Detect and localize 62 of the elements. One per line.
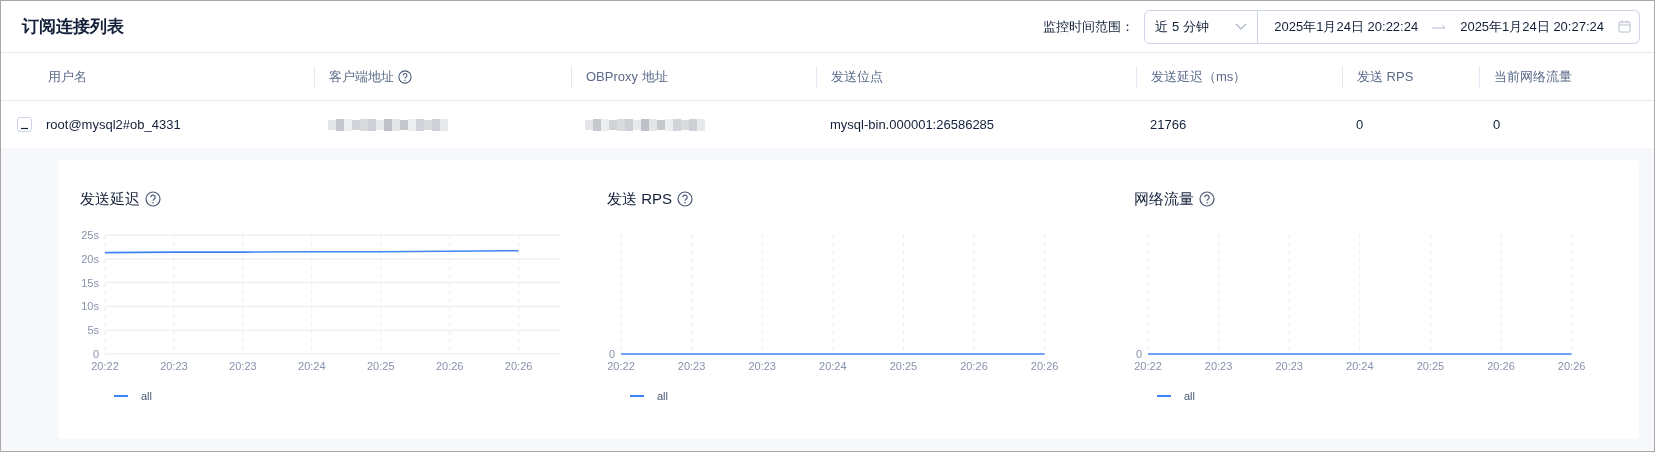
column-header: 发送位点 [831,67,883,86]
legend-line-icon [1156,395,1172,397]
axis-label: 20:26 [504,360,533,372]
axis-label: 20:24 [819,360,847,372]
axis-label: 20:23 [748,360,776,372]
legend-line-icon [113,395,129,397]
column-header: 当前网络流量 [1494,67,1572,86]
column-header: 发送延迟（ms） [1151,67,1247,86]
table-cell-text: 0 [1493,115,1501,134]
axis-label: 20:24 [298,360,326,372]
time-range-label: 监控时间范围： [1043,17,1135,36]
chart-title: 发送延迟 [80,188,140,209]
chart-title: 网络流量 [1134,188,1194,209]
axis-label: 20:24 [1346,360,1374,372]
chevron-down-icon [1235,22,1248,31]
axis-label: 20:26 [1030,360,1059,372]
axis-label: 20:26 [960,360,988,372]
axis-label: 0 [1135,348,1142,360]
axis-label: 20:23 [160,360,188,372]
axis-label: 20:25 [1416,360,1445,372]
axis-label: 15s [81,276,99,289]
legend-label[interactable]: all [141,390,152,402]
table-cell-text: 0 [1356,115,1364,134]
table-cell-text: mysql-bin.000001:26586285 [830,115,995,134]
axis-label: 20:23 [229,360,257,372]
legend-line-icon [629,395,645,397]
help-icon[interactable] [398,69,412,84]
axis-label: 20:25 [889,360,918,372]
axis-label: 20:26 [1557,360,1586,372]
axis-label: 0 [608,348,615,360]
arrow-right-icon [1432,23,1447,30]
axis-label: 0 [92,348,99,360]
axis-label: 20:22 [91,360,119,372]
axis-label: 20:23 [677,360,706,372]
column-header: 用户名 [48,67,87,86]
chart-title: 发送 RPS [607,188,672,209]
help-icon[interactable] [1199,191,1215,207]
legend-label[interactable]: all [657,390,668,402]
axis-label: 20s [81,252,99,265]
axis-label: 25s [81,229,99,241]
table-cell-text: 21766 [1150,115,1187,134]
axis-label: 20:23 [1204,360,1233,372]
calendar-icon [1618,20,1631,33]
axis-label: 5s [87,324,99,337]
axis-label: 20:26 [435,360,464,372]
date-range-field[interactable]: 2025年1月24日 20:22:24 2025年1月24日 20:27:24 [1258,9,1640,44]
legend-label[interactable]: all [1184,390,1195,402]
axis-label: 20:26 [1487,360,1515,372]
axis-label: 20:23 [1275,360,1303,372]
column-header: 客户端地址 [329,67,394,86]
time-preset-select[interactable]: 近 5 分钟 [1144,9,1259,44]
axis-label: 20:22 [1134,360,1162,372]
axis-label: 10s [81,300,99,313]
axis-label: 20:22 [607,360,635,372]
expand-toggle[interactable] [17,117,32,132]
help-icon[interactable] [677,191,693,207]
table-cell-text: root@mysql2#ob_4331 [46,115,181,134]
help-icon[interactable] [145,191,161,207]
column-header: 发送 RPS [1357,67,1414,86]
column-header: OBProxy 地址 [586,67,668,86]
page-title: 订阅连接列表 [22,15,124,38]
axis-label: 20:25 [367,360,395,372]
